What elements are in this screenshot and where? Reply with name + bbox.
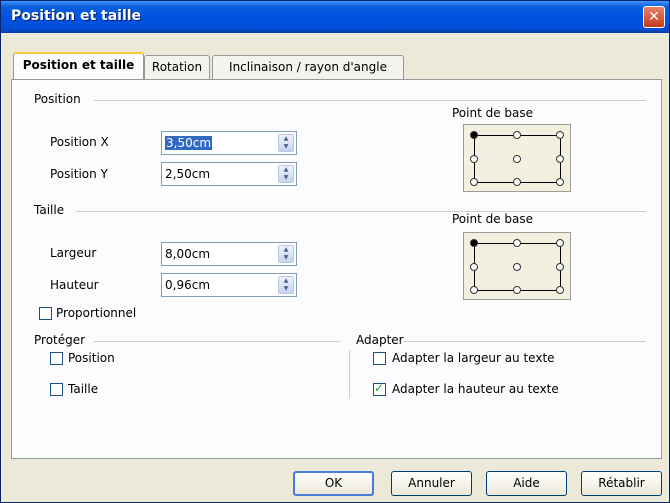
- help-button[interactable]: Aide: [486, 471, 567, 496]
- base-point-top-right[interactable]: [556, 239, 564, 247]
- base-point-top-left[interactable]: [470, 239, 478, 247]
- dialog-window: Position et taille ✕ Position et taille …: [0, 0, 670, 503]
- ok-button-label: OK: [324, 476, 343, 490]
- protect-size-checkbox[interactable]: [50, 383, 63, 396]
- base-point-top-center[interactable]: [513, 131, 521, 139]
- position-y-label: Position Y: [50, 167, 108, 181]
- base-point-center[interactable]: [513, 263, 521, 271]
- base-point-bottom-left[interactable]: [470, 178, 478, 186]
- reset-button[interactable]: Rétablir: [581, 471, 662, 496]
- tab-position-size[interactable]: Position et taille: [13, 52, 144, 79]
- width-label: Largeur: [50, 246, 97, 260]
- position-x-spinbox[interactable]: 3,50cm ▲ ▼: [161, 131, 297, 155]
- size-base-point-selector[interactable]: [463, 232, 571, 300]
- position-base-point-label: Point de base: [452, 106, 534, 120]
- height-label: Hauteur: [50, 278, 99, 292]
- help-button-label: Aide: [513, 476, 540, 490]
- tab-label: Rotation: [151, 60, 203, 74]
- spin-arrows-icon[interactable]: ▲ ▼: [278, 165, 294, 183]
- reset-button-label: Rétablir: [598, 476, 645, 490]
- tab-label: Position et taille: [22, 58, 135, 72]
- protect-section-header: Protéger: [34, 333, 86, 347]
- position-x-label: Position X: [50, 135, 109, 149]
- width-value[interactable]: 8,00cm: [165, 247, 210, 261]
- proportional-label[interactable]: Proportionnel: [56, 306, 136, 320]
- spin-arrows-icon[interactable]: ▲ ▼: [278, 276, 294, 294]
- base-point-middle-left[interactable]: [470, 263, 478, 271]
- base-point-top-center[interactable]: [513, 239, 521, 247]
- position-x-value[interactable]: 3,50cm: [165, 136, 213, 150]
- adapt-separator: [404, 341, 646, 342]
- protect-position-checkbox[interactable]: [50, 352, 63, 365]
- base-point-top-left[interactable]: [470, 131, 478, 139]
- base-point-bottom-left[interactable]: [470, 286, 478, 294]
- position-y-value[interactable]: 2,50cm: [165, 167, 210, 181]
- width-spinbox[interactable]: 8,00cm ▲ ▼: [161, 242, 297, 266]
- size-separator: [76, 211, 646, 212]
- position-base-point-selector[interactable]: [463, 124, 571, 192]
- height-value[interactable]: 0,96cm: [165, 278, 210, 292]
- tab-rotation[interactable]: Rotation: [144, 55, 210, 79]
- cancel-button[interactable]: Annuler: [391, 471, 472, 496]
- size-section-header: Taille: [34, 203, 65, 217]
- tab-slant-corner-radius[interactable]: Inclinaison / rayon d'angle: [212, 55, 404, 79]
- proportional-checkbox[interactable]: [39, 307, 52, 320]
- tab-panel: Position Position X 3,50cm ▲ ▼ Position Y…: [11, 79, 662, 459]
- base-point-bottom-center[interactable]: [513, 178, 521, 186]
- adapt-section-header: Adapter: [356, 333, 404, 347]
- base-point-bottom-center[interactable]: [513, 286, 521, 294]
- ok-button[interactable]: OK: [293, 471, 374, 496]
- protect-position-label[interactable]: Position: [68, 351, 115, 365]
- close-button[interactable]: ✕: [643, 6, 665, 28]
- protect-size-label[interactable]: Taille: [68, 382, 98, 396]
- spin-arrows-icon[interactable]: ▲ ▼: [278, 134, 294, 152]
- base-point-middle-right[interactable]: [556, 263, 564, 271]
- base-point-bottom-right[interactable]: [556, 178, 564, 186]
- close-icon: ✕: [648, 9, 660, 25]
- base-point-top-right[interactable]: [556, 131, 564, 139]
- height-spinbox[interactable]: 0,96cm ▲ ▼: [161, 273, 297, 297]
- protect-separator: [94, 341, 340, 342]
- base-point-middle-left[interactable]: [470, 155, 478, 163]
- position-y-spinbox[interactable]: 2,50cm ▲ ▼: [161, 162, 297, 186]
- fit-width-label[interactable]: Adapter la largeur au texte: [392, 351, 555, 365]
- position-separator: [94, 100, 646, 101]
- size-base-point-label: Point de base: [452, 212, 534, 226]
- fit-height-label[interactable]: Adapter la hauteur au texte: [392, 382, 559, 396]
- position-section-header: Position: [34, 92, 81, 106]
- window-title: Position et taille: [11, 8, 142, 24]
- tab-label: Inclinaison / rayon d'angle: [229, 60, 387, 74]
- adapt-vertical-separator: [349, 350, 350, 398]
- fit-width-checkbox[interactable]: [373, 352, 386, 365]
- cancel-button-label: Annuler: [408, 476, 455, 490]
- fit-height-checkbox[interactable]: [373, 381, 386, 396]
- base-point-middle-right[interactable]: [556, 155, 564, 163]
- base-point-center[interactable]: [513, 155, 521, 163]
- title-bar: Position et taille ✕: [1, 1, 669, 33]
- base-point-bottom-right[interactable]: [556, 286, 564, 294]
- spin-arrows-icon[interactable]: ▲ ▼: [278, 245, 294, 263]
